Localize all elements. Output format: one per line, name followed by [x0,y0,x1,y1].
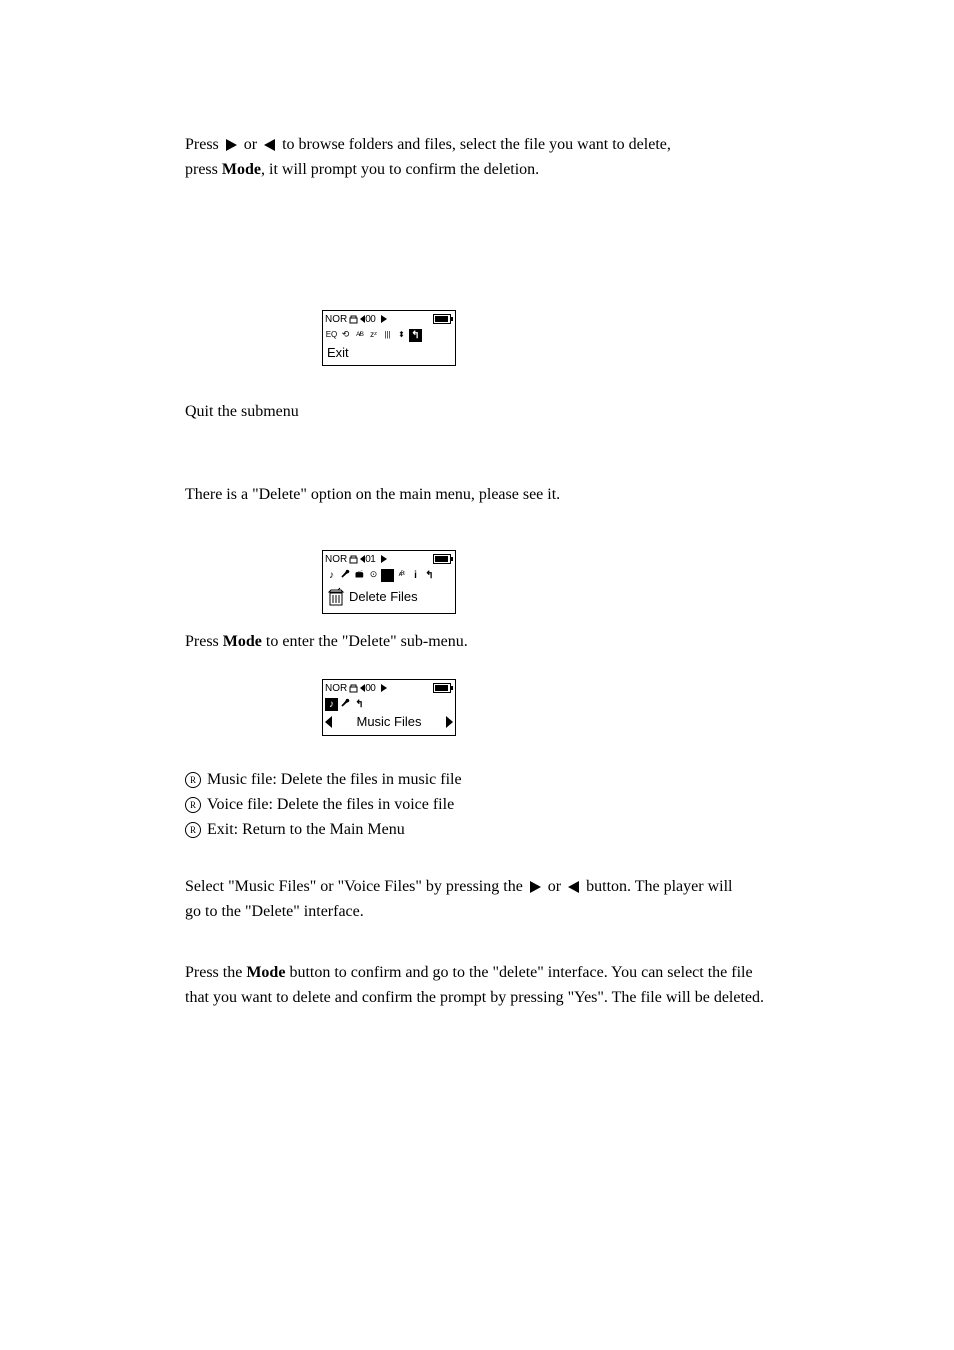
r-bullet-icon: R [185,822,201,838]
bullet-item: R Music file: Delete the files in music f… [185,771,864,790]
bullet-text: Music file: Delete the files in music fi… [207,771,462,788]
bullet-item: R Voice file: Delete the files in voice f… [185,796,864,815]
exit-icon [423,569,436,582]
nor-label: NOR [325,683,347,694]
lcd-status-bar: NOR 01 [323,551,455,567]
lcd-status-bar: NOR 00 [323,311,455,327]
text: go to the "Delete" interface. [185,903,364,920]
mode-label: Mode [222,161,261,178]
eq-icon [325,329,338,342]
text: that you want to delete and confirm the … [185,989,764,1006]
text: press [185,161,218,178]
text: to browse folders and files, select the … [282,136,671,153]
mode-label: Mode [223,633,262,650]
ab-icon [353,329,366,342]
repeat-icon [339,329,352,342]
forward-icon [530,881,541,893]
lcd-bottom-label: Delete Files [323,583,455,613]
exit-icon [353,698,366,711]
nor-label: NOR [325,554,347,565]
bullet-text: Exit: Return to the Main Menu [207,821,405,838]
mode-label: Mode [246,964,285,981]
bullet-text: Voice file: Delete the files in voice fi… [207,796,454,813]
lcd-bottom-label: Exit [323,343,455,365]
vol-value: 00 [365,314,375,325]
lcd-screen-musicfiles: NOR 00 Music Files [322,679,456,735]
backward-icon [264,139,275,151]
lcd-status-bar: NOR 00 [323,680,455,696]
bullet-item: R Exit: Return to the Main Menu [185,821,864,840]
lcd-screen-delete: NOR 01 [322,550,456,614]
text: Press the [185,964,242,981]
mic-icon [339,698,352,711]
lcd-text: Delete Files [349,590,418,604]
vol-value: 00 [365,683,375,694]
text: Press [185,633,219,650]
text: or [548,878,561,895]
text: button. The player will [586,878,732,895]
trash-icon [325,586,347,608]
battery-icon [433,314,451,324]
exit-icon [409,329,422,342]
sleep-icon [367,329,380,342]
mic-icon [339,569,352,582]
music-icon [325,569,338,582]
fm-icon [353,569,366,582]
text: Press [185,136,219,153]
play-icon [381,684,387,692]
info-icon [409,569,422,582]
music-icon [325,698,338,711]
backward-icon [568,881,579,893]
lcd-text: Music Files [356,715,421,729]
text: Select "Music Files" or "Voice Files" by… [185,878,523,895]
left-arrow-icon [325,716,332,728]
lcd-screen-exit: NOR 00 Exit [322,310,456,366]
lcd-icon-row [323,696,455,712]
display-icon [381,329,394,342]
lcd-text: Exit [327,346,349,360]
right-arrow-icon [446,716,453,728]
text: to enter the "Delete" sub-menu. [266,633,468,650]
lcd-icon-row [323,567,455,583]
text: button to confirm and go to the "delete"… [289,964,752,981]
r-bullet-icon: R [185,797,201,813]
battery-icon [433,683,451,693]
vol-value: 01 [365,554,375,565]
forward-icon [226,139,237,151]
delete-icon [381,569,394,582]
text: Quit the submenu [185,403,299,420]
lcd-bottom-label: Music Files [323,712,455,734]
text: There is a "Delete" option on the main m… [185,486,560,503]
status-icon [348,683,360,693]
play-icon [381,315,387,323]
play-icon [381,555,387,563]
battery-icon [433,554,451,564]
speed-icon [395,329,408,342]
nor-label: NOR [325,314,347,325]
abc-icon [395,569,408,582]
r-bullet-icon: R [185,772,201,788]
status-icon [348,554,360,564]
rec-icon [367,569,380,582]
text: , it will prompt you to confirm the dele… [261,161,539,178]
lcd-icon-row [323,327,455,343]
status-icon [348,314,360,324]
text: or [244,136,257,153]
